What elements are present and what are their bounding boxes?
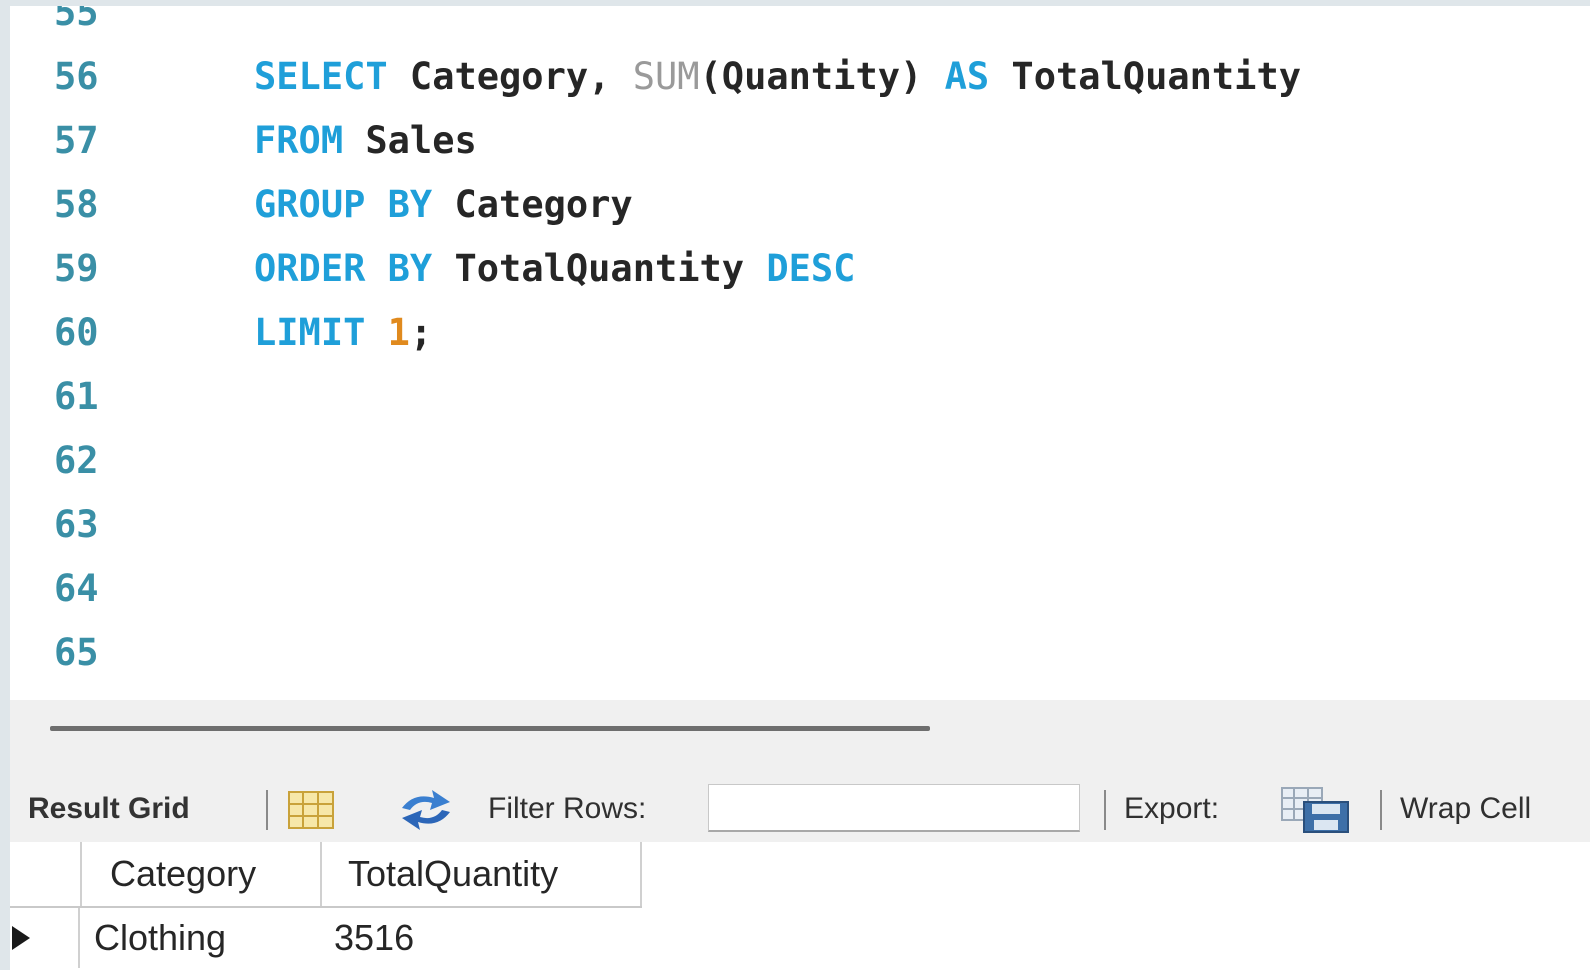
- line-number: 59: [54, 247, 99, 290]
- code-line[interactable]: 64: [10, 557, 1590, 621]
- sql-token-ident: (Quantity): [699, 55, 945, 98]
- line-code[interactable]: FROM Sales: [254, 109, 477, 173]
- sql-token-ident: Category: [432, 183, 633, 226]
- code-line[interactable]: 62: [10, 429, 1590, 493]
- row-pointer-icon: [12, 926, 30, 950]
- code-line[interactable]: 55: [10, 6, 1590, 45]
- export-save-icon[interactable]: [1280, 786, 1352, 834]
- sql-token-keyword: AS: [944, 55, 990, 98]
- code-line[interactable]: 60 LIMIT 1;: [10, 301, 1590, 365]
- sql-editor[interactable]: 55 56 SELECT Category, SUM(Quantity) AS To…: [10, 6, 1590, 700]
- wrap-cell-content-option[interactable]: Wrap Cell: [1400, 776, 1531, 842]
- column-header-category[interactable]: Category: [80, 842, 320, 906]
- grid-header-row: Category TotalQuantity: [10, 842, 642, 908]
- workbench-frame: 55 56 SELECT Category, SUM(Quantity) AS To…: [10, 6, 1590, 970]
- sql-token-keyword: FROM: [254, 119, 344, 162]
- sql-token-keyword: ORDER BY: [254, 247, 433, 290]
- code-line[interactable]: 57 FROM Sales: [10, 109, 1590, 173]
- sql-token-func: SUM: [632, 55, 700, 98]
- line-number: 58: [54, 183, 99, 226]
- sql-token-ident: Category,: [387, 55, 633, 98]
- toolbar-separator: [266, 790, 268, 830]
- sql-token-keyword: DESC: [766, 247, 856, 290]
- result-grid: Category TotalQuantity Clothing 3516: [10, 842, 1590, 970]
- sql-token-keyword: SELECT: [254, 55, 388, 98]
- export-label: Export:: [1124, 792, 1220, 825]
- line-code[interactable]: ORDER BY TotalQuantity DESC: [254, 237, 855, 301]
- toolbar-separator: [1380, 790, 1382, 830]
- result-grid-tab[interactable]: Result Grid: [28, 776, 190, 842]
- code-line[interactable]: 65: [10, 621, 1590, 685]
- line-number: 57: [54, 119, 99, 162]
- line-number: 56: [54, 55, 99, 98]
- sql-token-number: 1: [387, 311, 410, 354]
- refresh-icon[interactable]: [394, 788, 458, 832]
- line-number: 63: [54, 503, 99, 546]
- code-line[interactable]: 56 SELECT Category, SUM(Quantity) AS Tota…: [10, 45, 1590, 109]
- line-number: 60: [54, 311, 99, 354]
- line-number: 61: [54, 375, 99, 418]
- code-line[interactable]: 59 ORDER BY TotalQuantity DESC: [10, 237, 1590, 301]
- grid-layout-icon[interactable]: [287, 790, 339, 830]
- table-cell-category[interactable]: Clothing: [94, 908, 226, 968]
- line-number: 55: [54, 6, 99, 34]
- table-cell-totalquantity[interactable]: 3516: [334, 908, 414, 968]
- pane-splitter[interactable]: [10, 700, 1590, 776]
- sql-token-keyword: LIMIT: [254, 311, 366, 354]
- sql-token-ident: [365, 311, 387, 354]
- line-code[interactable]: SELECT Category, SUM(Quantity) AS TotalQ…: [254, 45, 1301, 109]
- column-header-totalquantity[interactable]: TotalQuantity: [320, 842, 642, 906]
- sql-token-ident: TotalQuantity: [432, 247, 767, 290]
- table-row[interactable]: Clothing 3516: [10, 908, 642, 968]
- sql-token-punct: ;: [409, 311, 433, 354]
- line-number: 62: [54, 439, 99, 482]
- sql-token-ident: TotalQuantity: [989, 55, 1302, 98]
- toolbar-separator: [1104, 790, 1106, 830]
- line-code[interactable]: LIMIT 1;: [254, 301, 432, 365]
- line-number: 65: [54, 631, 99, 674]
- code-line[interactable]: 61: [10, 365, 1590, 429]
- sql-token-keyword: GROUP BY: [254, 183, 433, 226]
- filter-rows-input[interactable]: [708, 784, 1080, 832]
- line-code[interactable]: GROUP BY Category: [254, 173, 633, 237]
- sql-token-ident: Sales: [343, 119, 477, 162]
- line-number: 64: [54, 567, 99, 610]
- horizontal-scrollbar[interactable]: [50, 726, 930, 731]
- result-toolbar: Result Grid Filter Rows: Export: Wrap Ce…: [10, 776, 1590, 842]
- filter-rows-label: Filter Rows:: [488, 792, 647, 825]
- code-line[interactable]: 63: [10, 493, 1590, 557]
- code-line[interactable]: 58 GROUP BY Category: [10, 173, 1590, 237]
- row-selector[interactable]: [10, 908, 80, 968]
